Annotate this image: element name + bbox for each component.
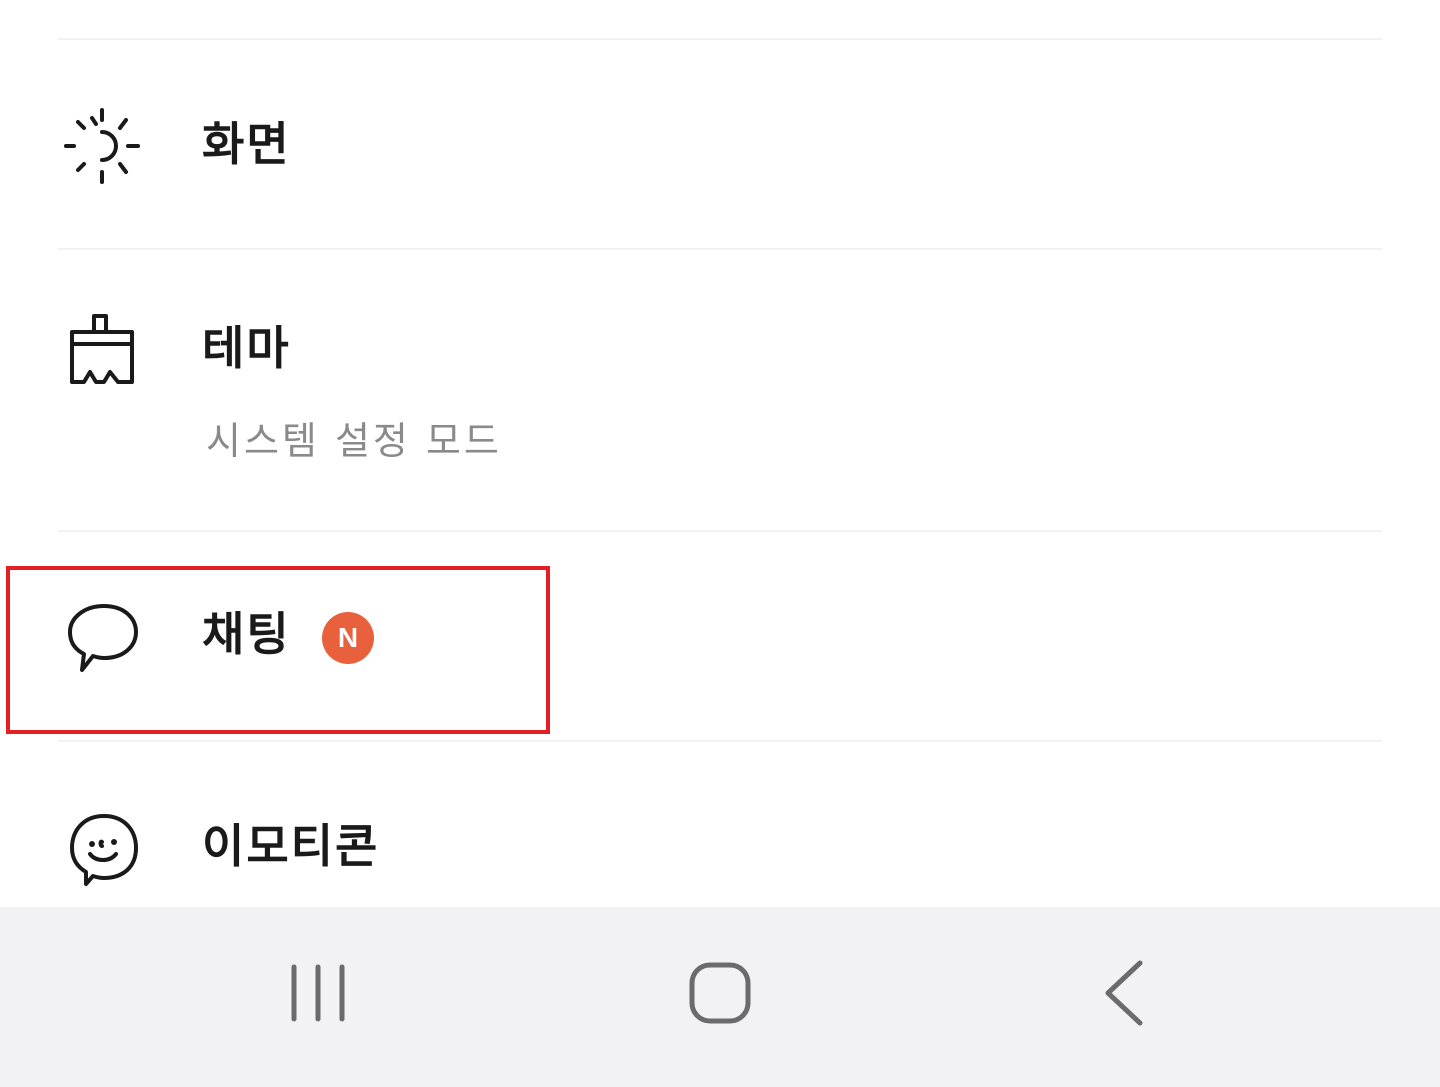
menu-item-label: 테마 [202, 321, 291, 375]
back-button[interactable] [1064, 947, 1184, 1047]
menu-item-display[interactable]: 화면 [0, 40, 1440, 248]
menu-item-theme[interactable]: 테마 시스템 설정 모드 [0, 250, 1440, 530]
settings-page: 화면 테마 시스템 설정 모드 채팅 N 이모티콘 [0, 0, 1440, 1087]
menu-item-chat[interactable]: 채팅 [0, 532, 1440, 740]
sun-icon [64, 108, 140, 184]
menu-item-sublabel: 시스템 설정 모드 [206, 419, 502, 463]
menu-item-label: 이모티콘 [202, 819, 380, 873]
new-badge: N [322, 612, 374, 664]
menu-item-label: 채팅 [202, 607, 291, 661]
menu-item-emoticon[interactable]: 이모티콘 [0, 742, 1440, 907]
recent-apps-icon [291, 964, 345, 1022]
menu-item-label: 화면 [202, 117, 291, 171]
emoticon-icon [70, 814, 138, 886]
back-icon [1105, 960, 1143, 1026]
home-icon [689, 962, 751, 1024]
chat-bubble-icon [68, 604, 138, 672]
paintbrush-icon [70, 314, 134, 384]
recent-apps-button[interactable] [258, 947, 378, 1047]
home-button[interactable] [660, 947, 780, 1047]
system-nav-bar [0, 907, 1440, 1087]
